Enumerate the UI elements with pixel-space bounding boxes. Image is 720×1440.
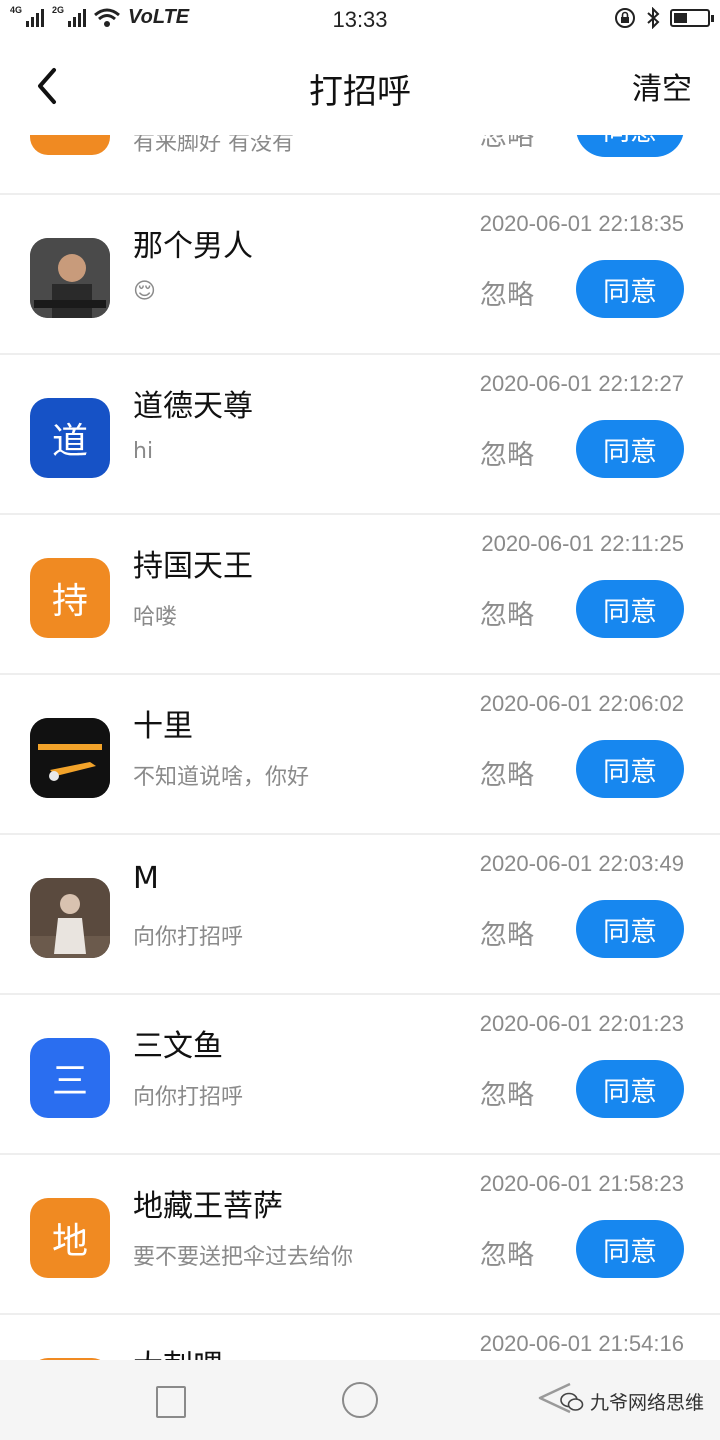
battery-level — [674, 13, 687, 23]
avatar — [30, 718, 110, 798]
system-nav-bar: 九爷网络思维 — [0, 1360, 720, 1440]
item-timestamp: 2020-06-01 21:54:16 — [479, 1331, 684, 1356]
item-timestamp: 2020-06-01 22:06:02 — [479, 691, 684, 716]
ignore-button[interactable]: 忽略 — [480, 753, 534, 792]
list-item[interactable]: M 向你打招呼 2020-06-01 22:03:49 忽略 同意 — [0, 835, 720, 995]
recent-apps-icon[interactable] — [156, 1386, 186, 1418]
ignore-button[interactable]: 忽略 — [480, 1233, 534, 1272]
item-timestamp: 2020-06-01 22:12:27 — [479, 371, 684, 396]
agree-button[interactable]: 同意 — [576, 135, 684, 157]
avatar: 三 — [30, 1038, 110, 1118]
agree-button[interactable]: 同意 — [576, 740, 684, 798]
agree-button[interactable]: 同意 — [576, 420, 684, 478]
ignore-button[interactable]: 忽略 — [480, 593, 534, 632]
nav-bar: 打招呼 清空 — [0, 40, 720, 135]
item-name: M — [133, 861, 159, 896]
item-message: 😌 — [133, 279, 156, 304]
status-right — [614, 7, 714, 29]
avatar — [30, 238, 110, 318]
item-name: 持国天王 — [133, 549, 253, 584]
list-item[interactable]: 道道德天尊 hi 2020-06-01 22:12:27 忽略 同意 — [0, 355, 720, 515]
wechat-icon — [560, 1392, 584, 1411]
battery-icon — [670, 9, 714, 27]
watermark: 九爷网络思维 — [560, 1388, 704, 1415]
avatar: 地 — [30, 1198, 110, 1278]
list-item[interactable]: 十里不知道说啥，你好 2020-06-01 22:06:02 忽略 同意 — [0, 675, 720, 835]
item-name: 大刺喂 — [133, 1341, 223, 1360]
rotation-lock-icon — [615, 8, 635, 28]
ignore-button[interactable]: 忽略 — [480, 1073, 534, 1112]
greeting-list: 有来脚好 有没有 忽略 同意 那个男人 😌 2020-06-01 22:18:35 忽… — [0, 135, 720, 1360]
item-message: hi — [133, 439, 154, 464]
ignore-button[interactable]: 忽略 — [480, 135, 534, 153]
item-timestamp: 2020-06-01 22:03:49 — [479, 851, 684, 876]
item-name: 三文鱼 — [133, 1029, 223, 1064]
item-name: 十里 — [133, 709, 193, 744]
item-timestamp: 2020-06-01 22:01:23 — [479, 1011, 684, 1036]
item-message: 要不要送把伞过去给你 — [133, 1245, 354, 1270]
list-item[interactable]: 三三文鱼向你打招呼 2020-06-01 22:01:23 忽略 同意 — [0, 995, 720, 1155]
status-bar: 4G 2G VoLTE 13:33 — [0, 0, 720, 40]
status-time: 13:33 — [332, 7, 388, 32]
item-name: 道德天尊 — [133, 389, 253, 424]
clear-button[interactable]: 清空 — [632, 64, 692, 108]
agree-button[interactable]: 同意 — [576, 580, 684, 638]
home-icon[interactable] — [342, 1382, 378, 1418]
agree-button[interactable]: 同意 — [576, 900, 684, 958]
item-name: 那个男人 — [133, 229, 253, 264]
item-message: 向你打招呼 — [133, 925, 244, 950]
item-message: 不知道说啥，你好 — [133, 765, 310, 790]
watermark-text: 九爷网络思维 — [590, 1392, 705, 1414]
item-timestamp: 2020-06-01 22:11:25 — [481, 531, 684, 556]
avatar: 持 — [30, 558, 110, 638]
list-item[interactable]: 那个男人 😌 2020-06-01 22:18:35 忽略 同意 — [0, 195, 720, 355]
ignore-button[interactable]: 忽略 — [480, 273, 534, 312]
page-title: 打招呼 — [309, 72, 411, 112]
item-message: 有来脚好 有没有 — [133, 135, 294, 156]
list-item[interactable]: 有来脚好 有没有 忽略 同意 — [0, 135, 720, 195]
list-item[interactable]: 地地藏王菩萨要不要送把伞过去给你 2020-06-01 21:58:23 忽略 同意 — [0, 1155, 720, 1315]
avatar — [30, 878, 110, 958]
agree-button[interactable]: 同意 — [576, 1060, 684, 1118]
item-timestamp: 2020-06-01 21:58:23 — [479, 1171, 684, 1196]
item-message: 哈喽 — [133, 605, 178, 630]
item-message: 向你打招呼 — [133, 1085, 244, 1110]
ignore-button[interactable]: 忽略 — [480, 433, 534, 472]
agree-button[interactable]: 同意 — [576, 1220, 684, 1278]
avatar — [30, 135, 110, 155]
bluetooth-icon — [647, 7, 660, 29]
item-timestamp: 2020-06-01 22:18:35 — [479, 211, 684, 236]
item-name: 地藏王菩萨 — [133, 1189, 283, 1224]
list-item[interactable]: 持持国天王哈喽 2020-06-01 22:11:25 忽略 同意 — [0, 515, 720, 675]
ignore-button[interactable]: 忽略 — [480, 913, 534, 952]
list-item[interactable]: 大刺喂 2020-06-01 21:54:16 — [0, 1315, 720, 1360]
avatar: 道 — [30, 398, 110, 478]
agree-button[interactable]: 同意 — [576, 260, 684, 318]
